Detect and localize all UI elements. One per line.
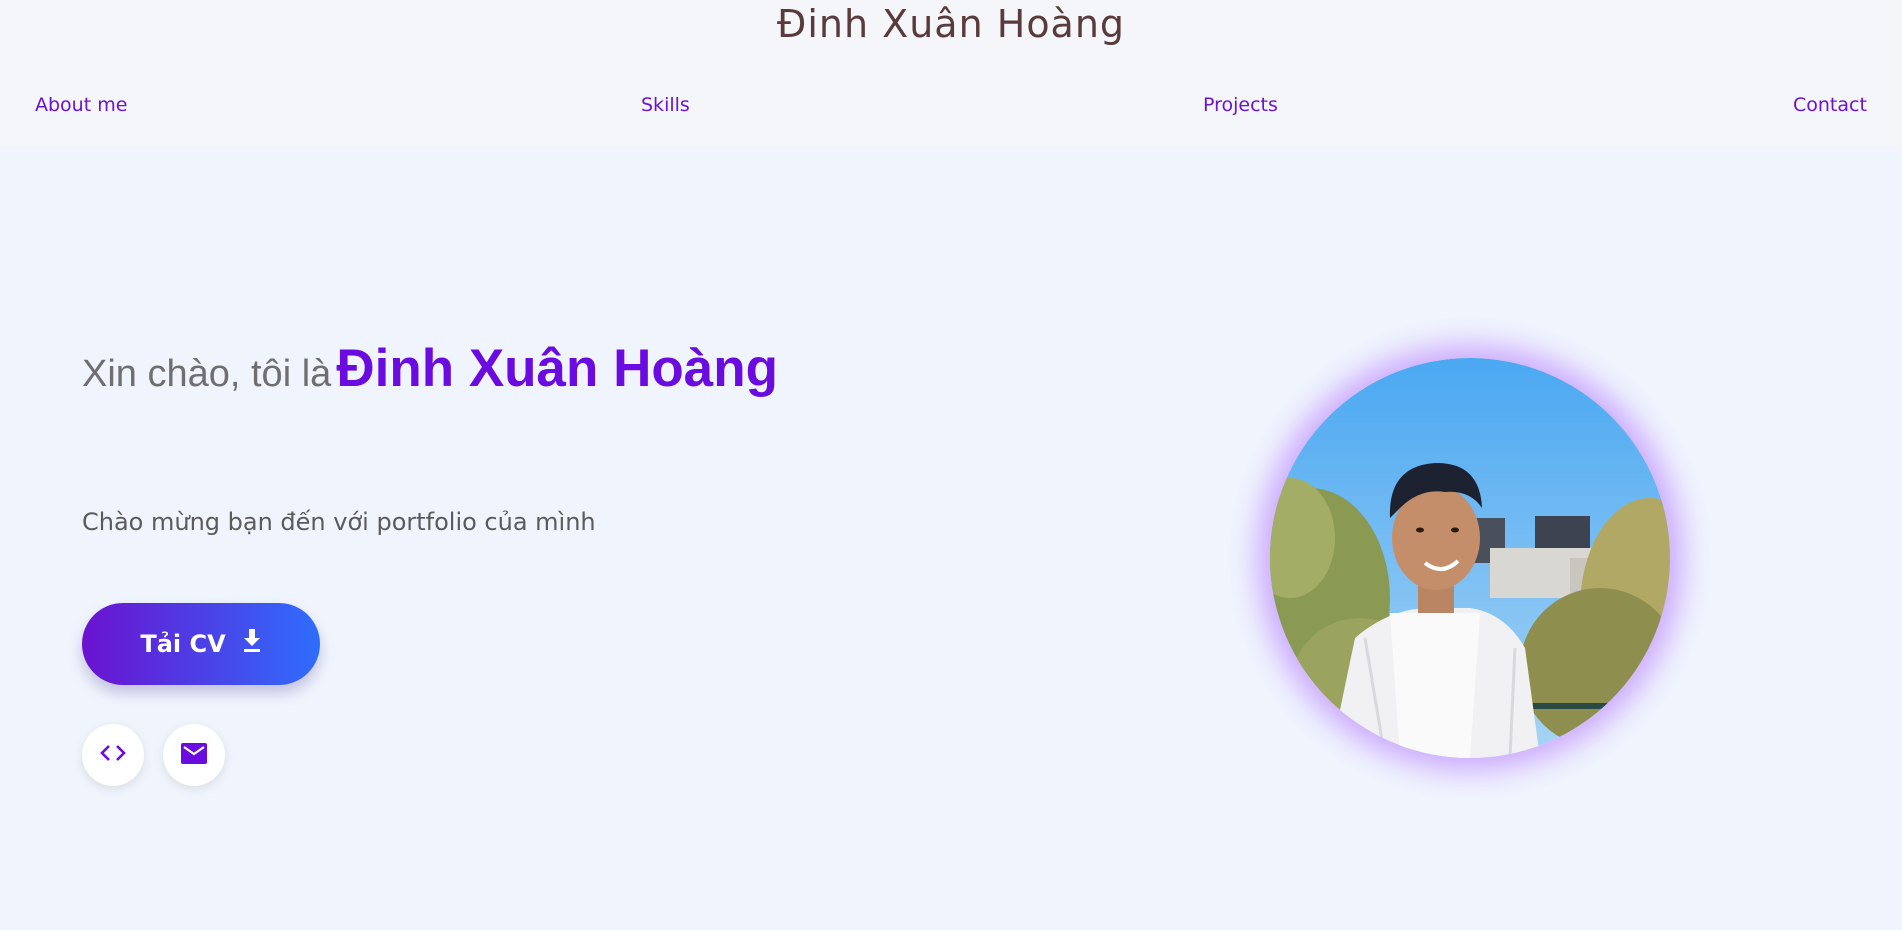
site-title: Đinh Xuân Hoàng — [776, 2, 1126, 46]
site-header: Đinh Xuân Hoàng About me Skills Projects… — [0, 0, 1902, 146]
cv-button-label: Tải CV — [140, 630, 226, 658]
page: Đinh Xuân Hoàng About me Skills Projects… — [0, 0, 1902, 930]
code-link-button[interactable] — [82, 724, 144, 786]
hero-heading: Xin chào, tôi là Đinh Xuân Hoàng — [82, 338, 778, 399]
nav-link-skills[interactable]: Skills — [641, 94, 690, 116]
hero-name: Đinh Xuân Hoàng — [336, 339, 779, 398]
hero-subtitle: Chào mừng bạn đến với portfolio của mình — [82, 508, 596, 536]
mail-icon — [181, 742, 207, 768]
nav-link-projects[interactable]: Projects — [1203, 94, 1278, 116]
download-icon — [242, 629, 262, 659]
profile-photo — [1270, 358, 1670, 758]
nav-link-about-me[interactable]: About me — [35, 94, 127, 116]
email-link-button[interactable] — [163, 724, 225, 786]
hero-greeting: Xin chào, tôi là — [82, 353, 332, 395]
profile-photo-illustration — [1270, 358, 1670, 758]
nav-link-contact[interactable]: Contact — [1793, 94, 1867, 116]
code-icon — [100, 744, 126, 766]
download-cv-button[interactable]: Tải CV — [82, 603, 320, 685]
